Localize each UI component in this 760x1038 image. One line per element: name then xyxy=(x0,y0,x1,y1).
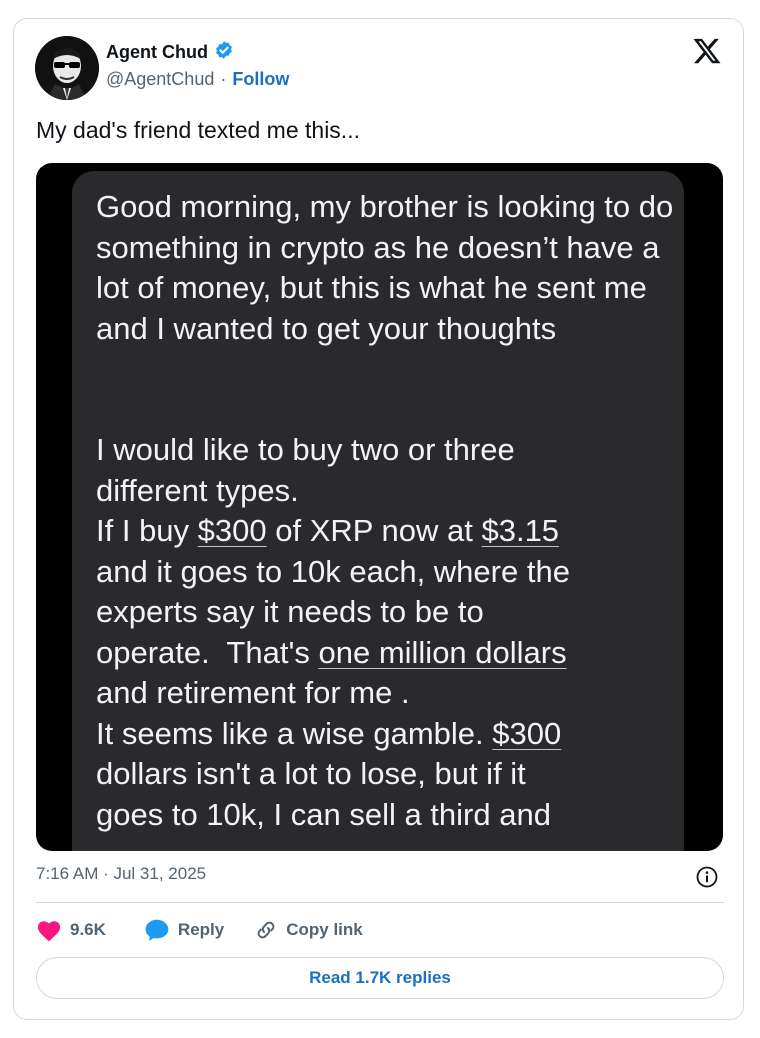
message-line: and it goes to 10k each, where the xyxy=(96,553,570,589)
message-text-span: operate. That's xyxy=(96,634,319,670)
message-line: If I buy $300 of XRP now at $3.15 xyxy=(96,511,686,552)
message-text-span: If I buy xyxy=(96,513,198,548)
like-count: 9.6K xyxy=(70,920,106,939)
x-logo-icon[interactable] xyxy=(692,36,722,66)
reply-bubble-icon xyxy=(144,918,170,942)
message-link-price[interactable]: $3.15 xyxy=(481,513,559,548)
message-line: experts say it needs to be to xyxy=(96,594,484,629)
tweet-text: My dad's friend texted me this... xyxy=(36,117,360,143)
divider xyxy=(36,902,724,903)
read-replies-button[interactable]: Read 1.7K replies xyxy=(36,957,724,999)
action-bar: 9.6K Reply Copy link xyxy=(36,915,363,945)
message-line: different types. xyxy=(96,472,299,508)
tweet-media-image[interactable]: Good morning, my brother is looking to d… xyxy=(36,163,723,851)
avatar[interactable] xyxy=(35,36,99,100)
separator-dot: · xyxy=(220,69,227,89)
heart-icon xyxy=(36,918,62,942)
reply-button[interactable]: Reply xyxy=(144,918,224,942)
message-line: I would like to buy two or three xyxy=(96,432,515,467)
author-display-name[interactable]: Agent Chud xyxy=(106,42,208,63)
message-text: Good morning, my brother is looking to d… xyxy=(96,187,686,835)
message-line: operate. That's one million dollars xyxy=(96,633,686,674)
message-link-300[interactable]: $300 xyxy=(492,716,561,751)
follow-button[interactable]: Follow xyxy=(232,69,289,90)
author-name-row[interactable]: Agent Chud xyxy=(106,40,234,65)
message-link-million[interactable]: one million dollars xyxy=(318,635,566,670)
copy-link-label: Copy link xyxy=(286,920,363,939)
link-icon xyxy=(254,918,278,942)
message-text-span: It seems like a wise gamble. xyxy=(96,715,493,751)
message-text-span: of XRP now at xyxy=(266,513,482,548)
reply-label: Reply xyxy=(177,920,225,939)
message-link-300[interactable]: $300 xyxy=(198,513,267,548)
message-line: It seems like a wise gamble. $300 xyxy=(96,714,686,755)
like-button[interactable]: 9.6K xyxy=(36,918,106,942)
message-line: dollars isn't a lot to lose, but if it xyxy=(96,756,526,791)
author-handle-row: @AgentChud · Follow xyxy=(106,69,289,90)
message-line: and retirement for me . xyxy=(96,675,410,710)
verified-badge-icon xyxy=(214,40,234,65)
info-icon[interactable] xyxy=(695,865,719,889)
author-handle[interactable]: @AgentChud xyxy=(106,69,214,90)
tweet-timestamp[interactable]: 7:16 AM · Jul 31, 2025 xyxy=(36,864,206,884)
message-paragraph-1: Good morning, my brother is looking to d… xyxy=(96,189,682,346)
message-line-cut: goes to 10k, I can sell a third and xyxy=(96,796,551,832)
copy-link-button[interactable]: Copy link xyxy=(254,918,363,942)
